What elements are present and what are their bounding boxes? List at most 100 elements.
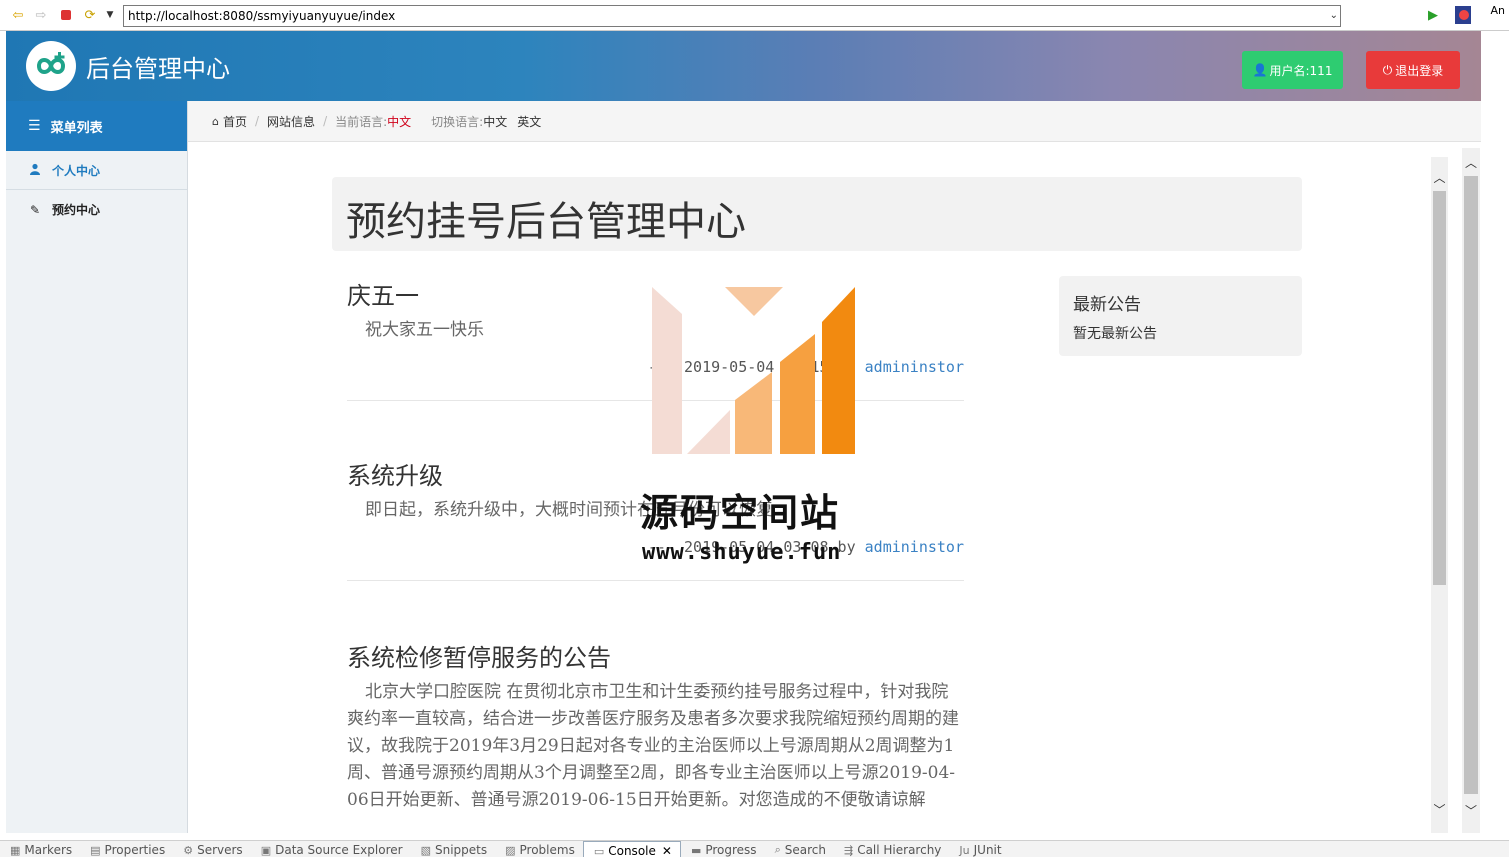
breadcrumb-separator: / [323, 114, 328, 128]
user-button-label: 用户名:111 [1269, 63, 1333, 78]
scroll-up-icon[interactable]: ︿ [1462, 154, 1480, 171]
tab-progress[interactable]: ▬ Progress [681, 841, 765, 857]
divider [347, 400, 964, 401]
call-hierarchy-icon: ⇶ [843, 843, 854, 857]
user-button[interactable]: 👤 用户名:111 [1242, 51, 1343, 89]
notice-body: 祝大家五一快乐 [365, 320, 484, 340]
browser-toolbar: ⇦ ⇨ ⟳ ▼ http://localhost:8080/ssmyiyuany… [0, 0, 1509, 31]
search-icon: ⌕ [774, 843, 781, 856]
sidebar-item-label: 个人中心 [52, 163, 101, 178]
panel-text: 暂无最新公告 [1073, 326, 1157, 342]
user-icon [28, 163, 42, 178]
markers-icon: ▦ [10, 843, 21, 857]
datasource-icon: ▣ [260, 843, 272, 857]
panel-title: 最新公告 [1073, 295, 1141, 315]
notice-date: --- 2019-05-04 03:08 by [647, 538, 865, 556]
language-option-english[interactable]: 英文 [517, 113, 541, 130]
close-icon[interactable]: ✕ [662, 844, 672, 857]
refresh-icon[interactable]: ⟳ [82, 7, 98, 23]
logo-icon [26, 41, 76, 91]
power-icon: ⏻ [1382, 62, 1393, 77]
tab-label: Call Hierarchy [857, 843, 942, 857]
notice-date: --- 2019-05-04 03:15 by [647, 358, 865, 376]
scrollbar-thumb[interactable] [1464, 176, 1478, 794]
notice-author-link[interactable]: admininstor [865, 358, 964, 376]
tab-label: Data Source Explorer [275, 843, 403, 857]
tab-markers[interactable]: ▦ Markers [0, 841, 80, 857]
stop-icon[interactable] [58, 7, 74, 23]
console-icon: ▭ [593, 844, 605, 857]
address-bar[interactable]: http://localhost:8080/ssmyiyuanyuyue/ind… [123, 5, 1341, 27]
tab-label: Problems [519, 843, 575, 857]
tab-call-hierarchy[interactable]: ⇶ Call Hierarchy [834, 841, 949, 857]
app-header: 后台管理中心 👤 用户名:111 ⏻ 退出登录 [6, 31, 1481, 101]
logout-button[interactable]: ⏻ 退出登录 [1366, 51, 1460, 89]
menu-header-label: 菜单列表 [50, 120, 103, 136]
progress-icon: ▬ [690, 843, 702, 857]
logout-button-label: 退出登录 [1395, 63, 1444, 78]
notice-body: 即日起，系统升级中，大概时间预计在五月份可以恢复 [365, 500, 773, 520]
sidebar-item-personal-center[interactable]: 个人中心 [6, 151, 187, 190]
go-icon[interactable]: ▶ [1425, 7, 1441, 23]
junit-icon: Ju [959, 843, 970, 857]
properties-icon: ▤ [90, 843, 101, 857]
tab-console[interactable]: ▭ Console ✕ [582, 841, 681, 857]
jumbotron: 预约挂号后台管理中心 [332, 177, 1302, 251]
page-scrollbar[interactable]: ︿ ﹀ [1462, 148, 1480, 833]
address-bar-text: http://localhost:8080/ssmyiyuanyuyue/ind… [128, 9, 396, 23]
scroll-up-icon[interactable]: ︿ [1431, 169, 1448, 186]
notice-item: 庆五一 祝大家五一快乐 --- 2019-05-04 03:15 by admi… [347, 276, 964, 401]
notice-title: 庆五一 [347, 282, 419, 310]
tab-data-source-explorer[interactable]: ▣ Data Source Explorer [251, 841, 411, 857]
sidebar: ☰ 菜单列表 个人中心 ✎ 预约中心 [6, 101, 188, 833]
notice-item: 系统升级 即日起，系统升级中，大概时间预计在五月份可以恢复 --- 2019-0… [347, 456, 964, 581]
tab-label: Servers [197, 843, 243, 857]
sidebar-item-label: 预约中心 [52, 203, 101, 217]
tab-label: Search [784, 843, 826, 857]
tab-properties[interactable]: ▤ Properties [80, 841, 173, 857]
latest-announcement-panel: 最新公告 暂无最新公告 [1059, 276, 1302, 356]
scrollbar-thumb[interactable] [1433, 191, 1446, 585]
tab-label: Markers [24, 843, 73, 857]
scroll-down-icon[interactable]: ﹀ [1462, 802, 1480, 819]
breadcrumb-separator: / [255, 114, 260, 128]
sidebar-item-appointment-center[interactable]: ✎ 预约中心 [6, 190, 187, 229]
user-icon: 👤 [1252, 63, 1268, 77]
breadcrumb-site-info[interactable]: 网站信息 [267, 113, 315, 130]
scroll-down-icon[interactable]: ﹀ [1431, 801, 1448, 818]
tab-junit[interactable]: Ju JUnit [949, 841, 1009, 857]
switch-language-label: 切换语言: [431, 114, 484, 129]
breadcrumb-home[interactable]: 首页 [223, 113, 247, 130]
corner-label: An [1490, 4, 1506, 17]
content-scrollbar[interactable]: ︿ ﹀ [1431, 157, 1448, 833]
notice-item: 系统检修暂停服务的公告 北京大学口腔医院 在贯彻北京市卫生和计生委预约挂号服务过… [347, 638, 964, 814]
notice-body: 北京大学口腔医院 在贯彻北京市卫生和计生委预约挂号服务过程中，针对我院爽约率一直… [347, 682, 959, 810]
current-language-value: 中文 [387, 114, 412, 129]
tab-problems[interactable]: ▨ Problems [495, 841, 583, 857]
notice-author-link[interactable]: admininstor [865, 538, 964, 556]
app-title: 后台管理中心 [86, 55, 230, 83]
chevron-down-icon[interactable]: ⌄ [1330, 6, 1338, 26]
breadcrumb: ⌂ 首页 / 网站信息 / 当前语言: 中文 切换语言: 中文 英文 [188, 101, 1481, 142]
main-content: 预约挂号后台管理中心 庆五一 祝大家五一快乐 --- 2019-05-04 03… [188, 142, 1481, 833]
tab-search[interactable]: ⌕ Search [765, 841, 834, 857]
tab-label: Properties [104, 843, 166, 857]
snippets-icon: ▧ [420, 843, 431, 857]
external-browser-icon[interactable] [1455, 6, 1471, 24]
tab-label: Console [608, 844, 656, 857]
tab-servers[interactable]: ⚙ Servers [173, 841, 250, 857]
edit-icon: ✎ [29, 202, 41, 217]
notice-title: 系统检修暂停服务的公告 [347, 644, 611, 672]
back-icon[interactable]: ⇦ [10, 7, 26, 23]
notice-meta: --- 2019-05-04 03:15 by admininstor [347, 358, 964, 376]
divider [347, 580, 964, 581]
page-title: 预约挂号后台管理中心 [346, 199, 746, 245]
servers-icon: ⚙ [183, 843, 194, 857]
menu-header: ☰ 菜单列表 [6, 101, 187, 151]
forward-icon[interactable]: ⇨ [33, 7, 49, 23]
tab-snippets[interactable]: ▧ Snippets [411, 841, 496, 857]
home-icon: ⌂ [212, 114, 219, 128]
history-dropdown-icon[interactable]: ▼ [102, 7, 118, 23]
language-option-chinese[interactable]: 中文 [483, 113, 507, 130]
current-language-label: 当前语言: [335, 114, 388, 129]
